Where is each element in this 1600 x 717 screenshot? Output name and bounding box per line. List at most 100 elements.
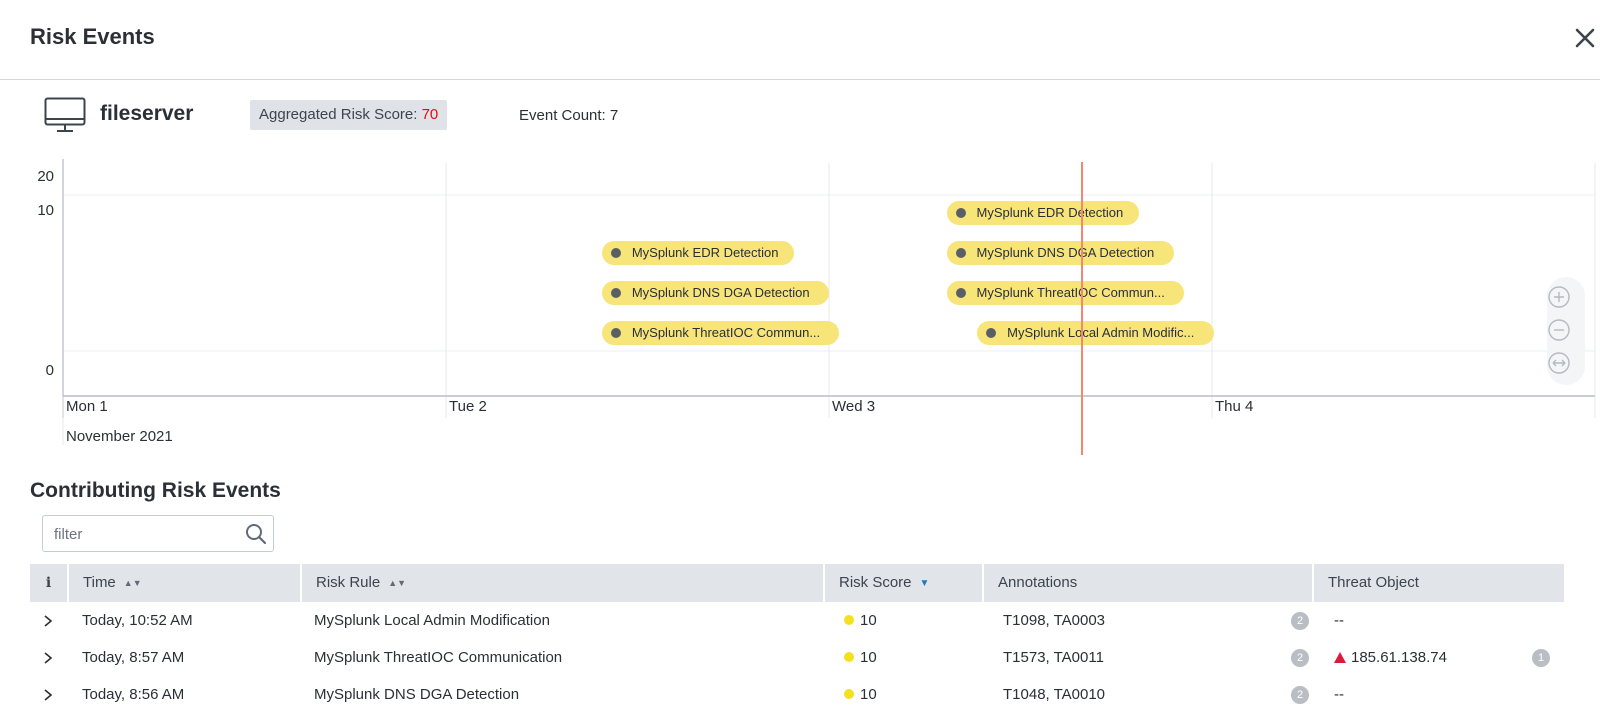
x-tick-label: Tue 2 [449,398,487,415]
score-dot-icon [844,689,854,699]
annotations-column-header: Annotations [982,564,1312,602]
current-time-line [1081,162,1083,455]
event-label: MySplunk EDR Detection [631,245,779,260]
risk-event-pill[interactable]: MySplunk Local Admin Modific... [977,321,1215,345]
fit-icon[interactable] [1547,351,1571,375]
risk-score-value: 10 [860,686,877,703]
modal-header: Risk Events [0,0,1600,80]
risk-rule-header-label: Risk Rule [316,574,381,591]
threat-object-value: -- [1334,612,1344,629]
event-dot-icon [610,248,621,258]
risk-score-value: 10 [860,649,877,666]
modal-title: Risk Events [30,24,155,49]
annotations-header-label: Annotations [998,574,1078,591]
annotations-cell: T1098, TA0003 [1003,612,1106,629]
search-icon[interactable] [245,523,267,545]
month-label: November 2021 [66,428,173,445]
risk-event-pill[interactable]: MySplunk DNS DGA Detection [601,281,829,305]
risk-rule-cell: MySplunk ThreatIOC Communication [314,649,563,666]
event-label: MySplunk EDR Detection [976,205,1124,220]
risk-timeline: 20 10 0 Mon 1 Tue 2 Wed 3 Thu 4 November 2021 M… [0,155,1600,460]
threat-object-cell: 185.61.138.74 [1334,639,1447,676]
risk-score-cell: 10 [844,602,877,639]
table-row: Today, 8:57 AM MySplunk ThreatIOC Communi… [30,639,1564,676]
timeline-axes: 20 10 0 Mon 1 Tue 2 Wed 3 Thu 4 November 2021 [37,159,1596,445]
y-tick-label: 0 [46,362,54,379]
annotation-count-badge[interactable]: 2 [1291,686,1309,704]
contributing-risk-events-title: Contributing Risk Events [30,479,281,502]
event-label: MySplunk DNS DGA Detection [631,285,810,300]
aggregated-risk-score-badge: Aggregated Risk Score: 70 [250,100,448,130]
score-dot-icon [844,615,854,625]
aggregated-risk-score-value: 70 [421,106,439,123]
table-header: i Time ▲▼ Risk Rule ▲▼ Risk Score ▼ Annotat… [30,564,1564,602]
info-column-header[interactable]: i [30,564,67,602]
zoom-controls [1547,277,1585,385]
time-header-label: Time [83,574,116,591]
threat-object-header-label: Threat Object [1328,574,1419,591]
threat-object-value: 185.61.138.74 [1351,649,1447,666]
entity-summary: fileserver Aggregated Risk Score: 70 Eve… [0,90,1600,140]
event-count: Event Count: 7 [519,107,619,124]
event-dot-icon [955,288,966,298]
risk-rule-column-header[interactable]: Risk Rule ▲▼ [300,564,823,602]
event-dot-icon [955,208,966,218]
time-cell: Today, 10:52 AM [82,612,193,629]
event-dot-icon [610,328,621,338]
sort-icon: ▲▼ [123,578,142,588]
event-label: MySplunk DNS DGA Detection [976,245,1155,260]
risk-event-pill[interactable]: MySplunk EDR Detection [601,241,794,265]
threat-object-cell: -- [1334,676,1344,713]
table-row: Today, 10:52 AM MySplunk Local Admin Modi… [30,602,1564,639]
threat-triangle-icon [1334,652,1346,663]
event-dot-icon [610,288,621,298]
zoom-out-icon[interactable] [1547,318,1571,342]
risk-score-cell: 10 [844,676,877,713]
time-column-header[interactable]: Time ▲▼ [67,564,300,602]
expand-chevron-icon[interactable] [42,614,54,628]
entity-name: fileserver [100,102,194,125]
table-row: Today, 8:56 AM MySplunk DNS DGA Detection… [30,676,1564,713]
sort-icon: ▲▼ [388,578,407,588]
risk-score-value: 10 [860,612,877,629]
threat-object-value: -- [1334,686,1344,703]
risk-score-cell: 10 [844,639,877,676]
risk-event-pill[interactable]: MySplunk ThreatIOC Commun... [946,281,1184,305]
zoom-in-icon[interactable] [1547,285,1571,309]
aggregated-risk-score-label: Aggregated Risk Score: [259,106,418,123]
close-icon[interactable] [1572,22,1598,52]
time-cell: Today, 8:57 AM [82,649,185,666]
monitor-icon [44,97,86,132]
risk-event-pill[interactable]: MySplunk DNS DGA Detection [946,241,1174,265]
annotation-count-badge[interactable]: 2 [1291,612,1309,630]
risk-score-column-header[interactable]: Risk Score ▼ [823,564,982,602]
event-dot-icon [955,248,966,258]
filter-input[interactable] [54,524,234,544]
annotation-count-badge[interactable]: 2 [1291,649,1309,667]
expand-chevron-icon[interactable] [42,688,54,702]
risk-event-pill[interactable]: MySplunk EDR Detection [946,201,1139,225]
filter-field[interactable] [42,515,274,552]
risk-rule-cell: MySplunk Local Admin Modification [314,612,550,629]
risk-score-header-label: Risk Score [839,574,912,591]
risk-rule-cell: MySplunk DNS DGA Detection [314,686,520,703]
score-dot-icon [844,652,854,662]
sort-descending-icon: ▼ [919,578,930,589]
threat-count-badge[interactable]: 1 [1532,649,1550,667]
x-tick-label: Thu 4 [1215,398,1253,415]
y-tick-label: 10 [37,202,54,219]
threat-object-cell: -- [1334,602,1344,639]
threat-object-column-header: Threat Object [1312,564,1564,602]
y-tick-label: 20 [37,168,54,185]
event-label: MySplunk ThreatIOC Commun... [976,285,1165,300]
event-dot-icon [986,328,997,338]
time-cell: Today, 8:56 AM [82,686,185,703]
risk-event-pill[interactable]: MySplunk ThreatIOC Commun... [601,321,839,345]
annotations-cell: T1573, TA0011 [1003,649,1104,666]
event-label: MySplunk ThreatIOC Commun... [631,325,821,340]
annotations-cell: T1048, TA0010 [1003,686,1106,703]
x-tick-label: Mon 1 [66,398,108,415]
x-tick-label: Wed 3 [832,398,875,415]
expand-chevron-icon[interactable] [42,651,54,665]
event-label: MySplunk Local Admin Modific... [1007,325,1195,340]
